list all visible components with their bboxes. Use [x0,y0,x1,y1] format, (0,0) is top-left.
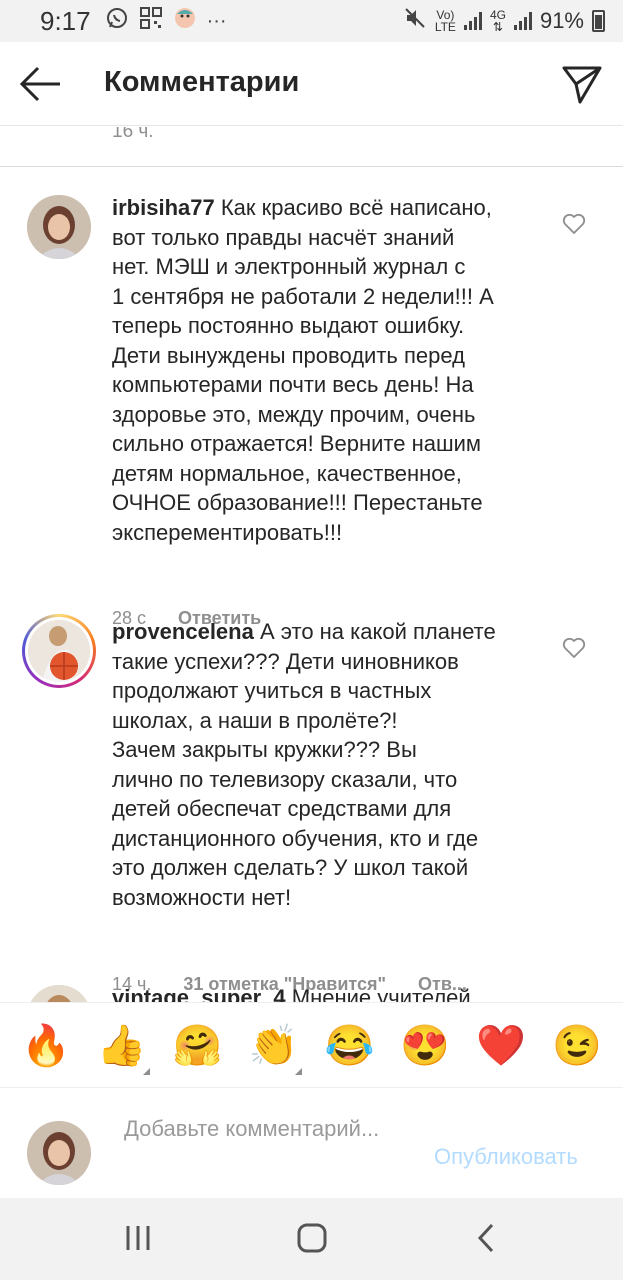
skin-tone-indicator [142,1067,150,1075]
volte-label: Vo) LTE [434,8,456,34]
send-button[interactable] [560,62,604,106]
arrow-left-icon [19,66,60,102]
avatar[interactable] [27,195,91,259]
emoji-fire-button[interactable]: 🔥 [18,1022,74,1069]
emoji-red-heart-button[interactable]: ❤️ [473,1022,529,1069]
publish-button[interactable]: Опубликовать [434,1144,578,1170]
skin-tone-indicator [294,1067,302,1075]
battery-icon [592,10,605,32]
previous-comment-time: 16 ч. [112,127,154,142]
divider [0,166,623,167]
signal-icon [463,12,482,30]
page-title: Комментарии [104,66,300,98]
emoji-hug-button[interactable]: 🤗 [170,1022,226,1069]
emoji-thumbs-up-button[interactable]: 👍 [94,1022,150,1075]
whatsapp-icon [105,6,129,36]
signal-icon-2 [513,12,532,30]
back-button[interactable] [18,62,64,106]
avatar[interactable] [27,985,91,1002]
status-bar: 9:17 ··· Vo) LTE 4G ⇅ 91% [0,0,623,42]
mute-icon [403,6,427,36]
comment-text: irbisiha77 Как красиво всё написано, вот… [112,195,494,545]
battery-percent: 91% [539,8,584,33]
qr-icon [139,6,163,36]
comments-list[interactable]: 16 ч. irbisiha77 Как красиво всё написан… [0,127,623,1002]
app-header: Комментарии [0,42,623,126]
system-nav-bar [0,1198,623,1280]
emoji-clap-button[interactable]: 👏 [246,1022,302,1075]
emoji-laugh-button[interactable]: 😂 [321,1022,377,1069]
avatar [27,1121,91,1185]
app-icon [173,6,197,36]
more-icon: ··· [206,9,227,32]
comment-text: vintage_super_4 Мнение учителей . [112,983,542,1002]
comment-username[interactable]: vintage_super_4 [112,985,286,1002]
back-icon[interactable] [466,1220,506,1256]
emoji-quick-bar: 🔥 👍 🤗 👏 😂 😍 ❤️ 😉 [0,1002,623,1088]
comment-input[interactable] [124,1114,424,1178]
comment-composer: Опубликовать [0,1088,623,1198]
emoji-wink-button[interactable]: 😉 [549,1022,605,1069]
emoji-heart-eyes-button[interactable]: 😍 [397,1022,453,1069]
comment-username[interactable]: provencelena [112,619,254,644]
heart-icon[interactable] [562,213,586,235]
recent-apps-icon[interactable] [118,1220,158,1256]
avatar [28,620,90,682]
comment-username[interactable]: irbisiha77 [112,195,215,220]
paper-plane-icon [562,66,602,104]
avatar-story-ring[interactable] [22,614,96,688]
4g-label: 4G ⇅ [489,8,506,34]
status-time: 9:17 [40,5,91,36]
home-icon[interactable] [292,1220,332,1256]
heart-icon[interactable] [562,637,586,659]
comment-text: provencelena А это на какой планете таки… [112,619,496,910]
